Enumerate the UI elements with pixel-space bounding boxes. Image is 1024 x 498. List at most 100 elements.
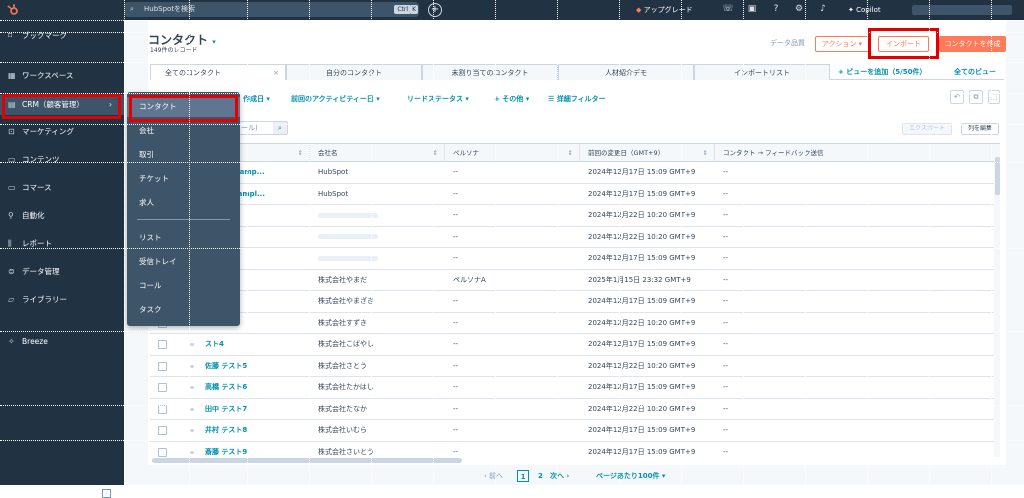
- add-view-button[interactable]: + ビューを追加（5/50件）: [838, 64, 926, 80]
- quick-create-plus-icon[interactable]: +: [428, 3, 442, 17]
- contact-name-link[interactable]: 井村 テスト8: [205, 420, 247, 441]
- sidebar-item-reports[interactable]: ⫼ レポート: [0, 234, 124, 254]
- help-icon[interactable]: ?: [770, 4, 782, 14]
- sidebar-item-workspace[interactable]: ▦ ワークスペース: [0, 66, 124, 86]
- sidebar-item-automation[interactable]: ⚲ 自動化: [0, 206, 124, 226]
- table-row[interactable]: 斎藤 テスト9 株式会社さいとう -- 2024年12月17日 15:09 GMT+9…: [150, 441, 1000, 459]
- upgrade-label: アップグレード: [643, 6, 693, 14]
- feedback-cell: --: [723, 168, 729, 176]
- sidebar-item-commerce[interactable]: ▭ コマース: [0, 178, 124, 198]
- table-row[interactable]: 高橋 テスト6 株式会社たかはし -- 2024年12月17日 15:09 GMT+9…: [150, 377, 1000, 399]
- contact-name-link[interactable]: 佐藤 テスト5: [205, 356, 247, 377]
- crm-menu-tickets[interactable]: チケット: [127, 169, 240, 189]
- sidebar-item-data-management[interactable]: ⊜ データ管理: [0, 262, 124, 282]
- tab-import-list[interactable]: インポートリスト: [694, 64, 830, 80]
- store-icon[interactable]: ▣: [746, 4, 758, 14]
- highlight-crm-box: [2, 94, 121, 119]
- tab-all-contacts[interactable]: 全てのコンタクト ×: [150, 64, 286, 80]
- sidebar-item-library[interactable]: ▱ ライブラリー: [0, 290, 124, 310]
- crm-menu-tasks[interactable]: タスク: [127, 300, 240, 320]
- all-views-button[interactable]: 全てのビュー: [954, 64, 996, 80]
- sidebar-item-breeze[interactable]: ✧ Breeze: [0, 332, 124, 352]
- table-horizontal-scrollbar[interactable]: [152, 458, 462, 463]
- crm-menu-inbox[interactable]: 受信トレイ: [127, 252, 240, 272]
- filter-more[interactable]: + その他 ▾: [494, 92, 529, 106]
- copilot-icon: ✦: [848, 6, 854, 14]
- column-header-feedback[interactable]: コンタクト → フィードバック送信: [715, 144, 1000, 162]
- pager-page-2[interactable]: 2: [538, 470, 543, 482]
- table-row[interactable]: スト2株式会社やまざき--2024年12月17日 15:09 GMT+9--: [150, 291, 1000, 313]
- bookmark-icon: ⌑: [8, 31, 13, 40]
- commerce-icon: ▭: [8, 183, 16, 192]
- grid-line: [189, 0, 190, 485]
- content-icon: ▭: [8, 155, 16, 164]
- sort-icon[interactable]: ⇕: [568, 144, 573, 162]
- sidebar-item-bookmarks[interactable]: ⌑ ブックマーク: [0, 26, 124, 46]
- row-checkbox[interactable]: [158, 361, 167, 371]
- settings-icon[interactable]: ⚙: [793, 4, 805, 14]
- column-header-company[interactable]: 会社名 ⇕: [310, 144, 445, 162]
- sort-icon[interactable]: ⇕: [703, 144, 708, 162]
- grid-line: [309, 0, 310, 485]
- filter-last-activity[interactable]: 前回のアクティビティー日 ▾: [291, 92, 380, 106]
- contact-name-link[interactable]: 高橋 テスト6: [205, 377, 247, 398]
- company-cell: 株式会社やまだ: [318, 275, 367, 284]
- table-row[interactable]: hnson (Samp...HubSpot--2024年12月17日 15:09…: [150, 162, 1000, 184]
- data-quality-link[interactable]: データ品質: [770, 38, 805, 48]
- account-menu[interactable]: [912, 5, 1012, 15]
- crm-menu-lists[interactable]: リスト: [127, 228, 240, 248]
- collapse-sidebar-icon[interactable]: ›: [102, 489, 111, 498]
- crm-menu-calls[interactable]: コール: [127, 276, 240, 296]
- create-contact-button[interactable]: コンタクトを作成: [939, 36, 1006, 52]
- menu-divider: [137, 219, 230, 220]
- company-cell: 株式会社いむら: [318, 426, 367, 434]
- upgrade-button[interactable]: ◆ アップグレード: [636, 0, 693, 20]
- row-checkbox[interactable]: [158, 383, 167, 392]
- row-checkbox[interactable]: [158, 447, 167, 457]
- contact-name-link[interactable]: スト4: [205, 334, 224, 355]
- tab-my-contacts[interactable]: 自分のコンタクト: [286, 64, 422, 80]
- crm-menu-jobs[interactable]: 求人: [127, 193, 240, 213]
- pager-page-1[interactable]: 1: [517, 470, 529, 482]
- table-row[interactable]: -- 2024年12月22日 10:20 GMT+9 --: [150, 205, 1000, 227]
- table-row[interactable]: -- 2024年12月22日 10:20 GMT+9 --: [150, 226, 1000, 248]
- copilot-button[interactable]: ✦ Copilot: [848, 0, 881, 20]
- table-row[interactable]: 佐藤 テスト5 株式会社さとう -- 2024年12月22日 10:20 GMT+9 -…: [150, 355, 1000, 377]
- global-search-input[interactable]: ⌕ HubSpotを検索 Ctrl K: [124, 2, 419, 17]
- feedback-cell: --: [723, 447, 729, 456]
- table-row[interactable]: -- 2024年12月17日 15:09 GMT+9 --: [150, 248, 1000, 270]
- bell-icon[interactable]: ♪: [817, 4, 829, 14]
- grid-line: [557, 0, 558, 485]
- table-row[interactable]: スト1株式会社やまだペルソナA2025年1月15日 23:32 GMT+9--: [150, 269, 1000, 291]
- hubspot-logo-icon[interactable]: [7, 4, 19, 16]
- table-row[interactable]: 井村 テスト8 株式会社いむら -- 2024年12月17日 15:09 GMT+9 -…: [150, 420, 1000, 442]
- sidebar-item-marketing[interactable]: ⊡ マーケティング: [0, 122, 124, 142]
- table-vertical-scrollbar[interactable]: [994, 157, 1000, 457]
- filter-lead-status[interactable]: リードステータス ▾: [407, 92, 469, 106]
- sidebar-item-label: ライブラリー: [22, 295, 67, 304]
- pager-next-button[interactable]: 次へ ›: [550, 470, 569, 482]
- table-search-placeholder: ール): [241, 124, 258, 132]
- last-modified-cell: 2024年12月17日 15:09 GMT+9: [588, 340, 696, 348]
- tab-unassigned-contacts[interactable]: 未割り当てのコンタクト: [422, 64, 558, 80]
- contact-name-link[interactable]: 田中 テスト7: [205, 399, 247, 420]
- feedback-cell: --: [723, 232, 729, 241]
- sort-icon[interactable]: ⇕: [298, 144, 303, 162]
- pager-prev-button[interactable]: ‹ 前へ: [484, 470, 503, 482]
- row-checkbox[interactable]: [158, 426, 167, 435]
- sidebar-item-content[interactable]: ▭ コンテンツ: [0, 150, 124, 170]
- table-row[interactable]: スト4 株式会社こばやし -- 2024年12月17日 15:09 GMT+9 --: [150, 334, 1000, 356]
- table-row[interactable]: lligan (Sampl...HubSpot--2024年12月17日 15:…: [150, 183, 1000, 205]
- close-icon[interactable]: ×: [273, 65, 279, 81]
- actions-button[interactable]: アクション ▾: [815, 36, 869, 52]
- tab-recruiting-demo[interactable]: 人材紹介デモ: [558, 64, 694, 80]
- table-row[interactable]: 田中 テスト7 株式会社たなか -- 2024年12月22日 10:20 GMT+9 -…: [150, 398, 1000, 420]
- last-modified-cell: 2024年12月22日 10:20 GMT+9: [588, 232, 696, 241]
- row-checkbox[interactable]: [158, 340, 167, 349]
- grid-line: [805, 0, 806, 485]
- per-page-select[interactable]: ページあたり100件 ▾: [596, 470, 665, 482]
- contact-name-link[interactable]: 斎藤 テスト9: [205, 442, 247, 459]
- column-header-persona[interactable]: ペルソナ ⇕: [445, 144, 580, 162]
- column-header-last-modified[interactable]: 前回の変更日（GMT+9） ⇕: [580, 144, 715, 162]
- phone-icon[interactable]: ☏: [722, 4, 734, 14]
